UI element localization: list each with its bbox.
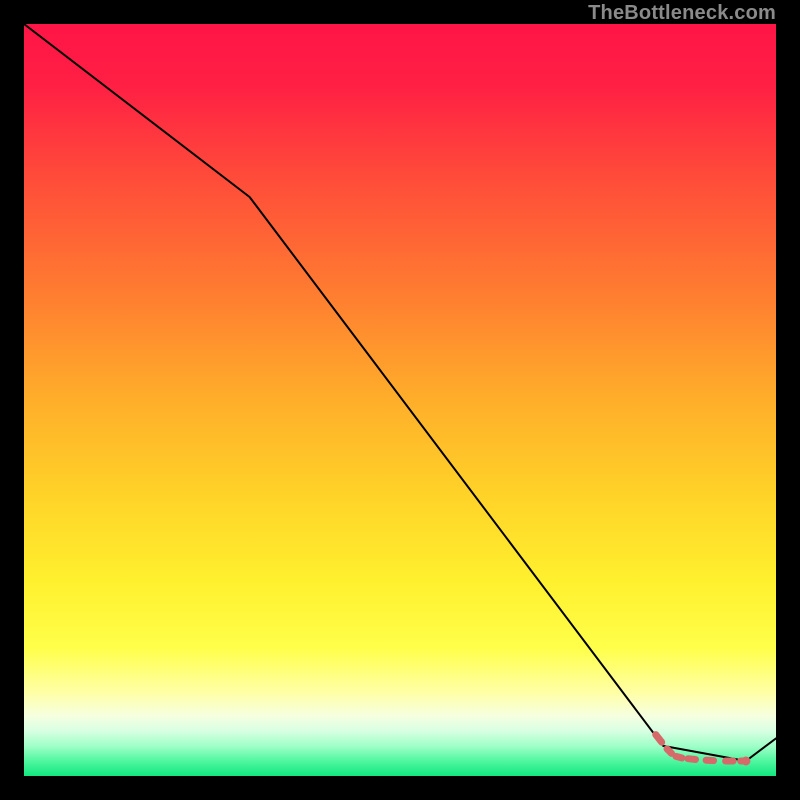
plot-area [24, 24, 776, 776]
watermark-text: TheBottleneck.com [588, 2, 776, 25]
gradient-background [24, 24, 776, 776]
dash-segment [688, 759, 696, 760]
chart-frame: TheBottleneck.com [0, 0, 800, 800]
dash-segment [667, 749, 672, 754]
dash-segment [656, 735, 662, 743]
chart-svg [24, 24, 776, 776]
dash-segment [676, 756, 682, 758]
end-marker-dot [741, 757, 750, 766]
